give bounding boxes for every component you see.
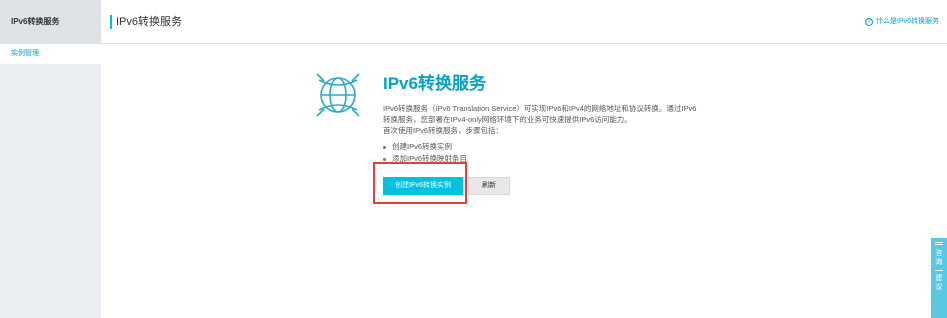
- menu-icon: [935, 242, 943, 245]
- header-accent-bar: [110, 15, 112, 29]
- page-title: IPv6转换服务: [116, 16, 183, 28]
- globe-icon: [316, 73, 360, 117]
- sidebar: IPv6转换服务 实例管理: [0, 0, 101, 318]
- sidebar-title: IPv6转换服务: [0, 0, 101, 44]
- feedback-tab-bottom-label: 建议: [935, 275, 943, 291]
- sidebar-item-instance-management[interactable]: 实例管理: [0, 44, 101, 64]
- help-link-label: 什么是IPv6转换服务: [875, 18, 939, 25]
- refresh-button[interactable]: 刷新: [468, 177, 510, 195]
- divider: [935, 270, 943, 271]
- feedback-tab[interactable]: 咨询 建议: [931, 238, 947, 318]
- create-instance-button[interactable]: 创建IPv6转换实例: [383, 177, 463, 195]
- step-label: 创建IPv6转换实例: [392, 142, 453, 151]
- intro-title: IPv6转换服务: [383, 74, 486, 93]
- intro-description: IPv6转换服务（IPv6 Translation Service）可实现IPv…: [383, 104, 697, 124]
- step-item: 创建IPv6转换实例: [383, 141, 452, 152]
- question-circle-icon: ?: [864, 18, 873, 26]
- bullet-icon: [383, 145, 386, 149]
- help-link[interactable]: ? 什么是IPv6转换服务: [864, 17, 939, 27]
- feedback-tab-top-label: 咨询: [935, 250, 943, 266]
- steps-intro: 首次使用IPv6转换服务，步骤包括：: [383, 126, 504, 135]
- bullet-icon: [383, 157, 386, 161]
- header: IPv6转换服务 ? 什么是IPv6转换服务: [101, 0, 947, 44]
